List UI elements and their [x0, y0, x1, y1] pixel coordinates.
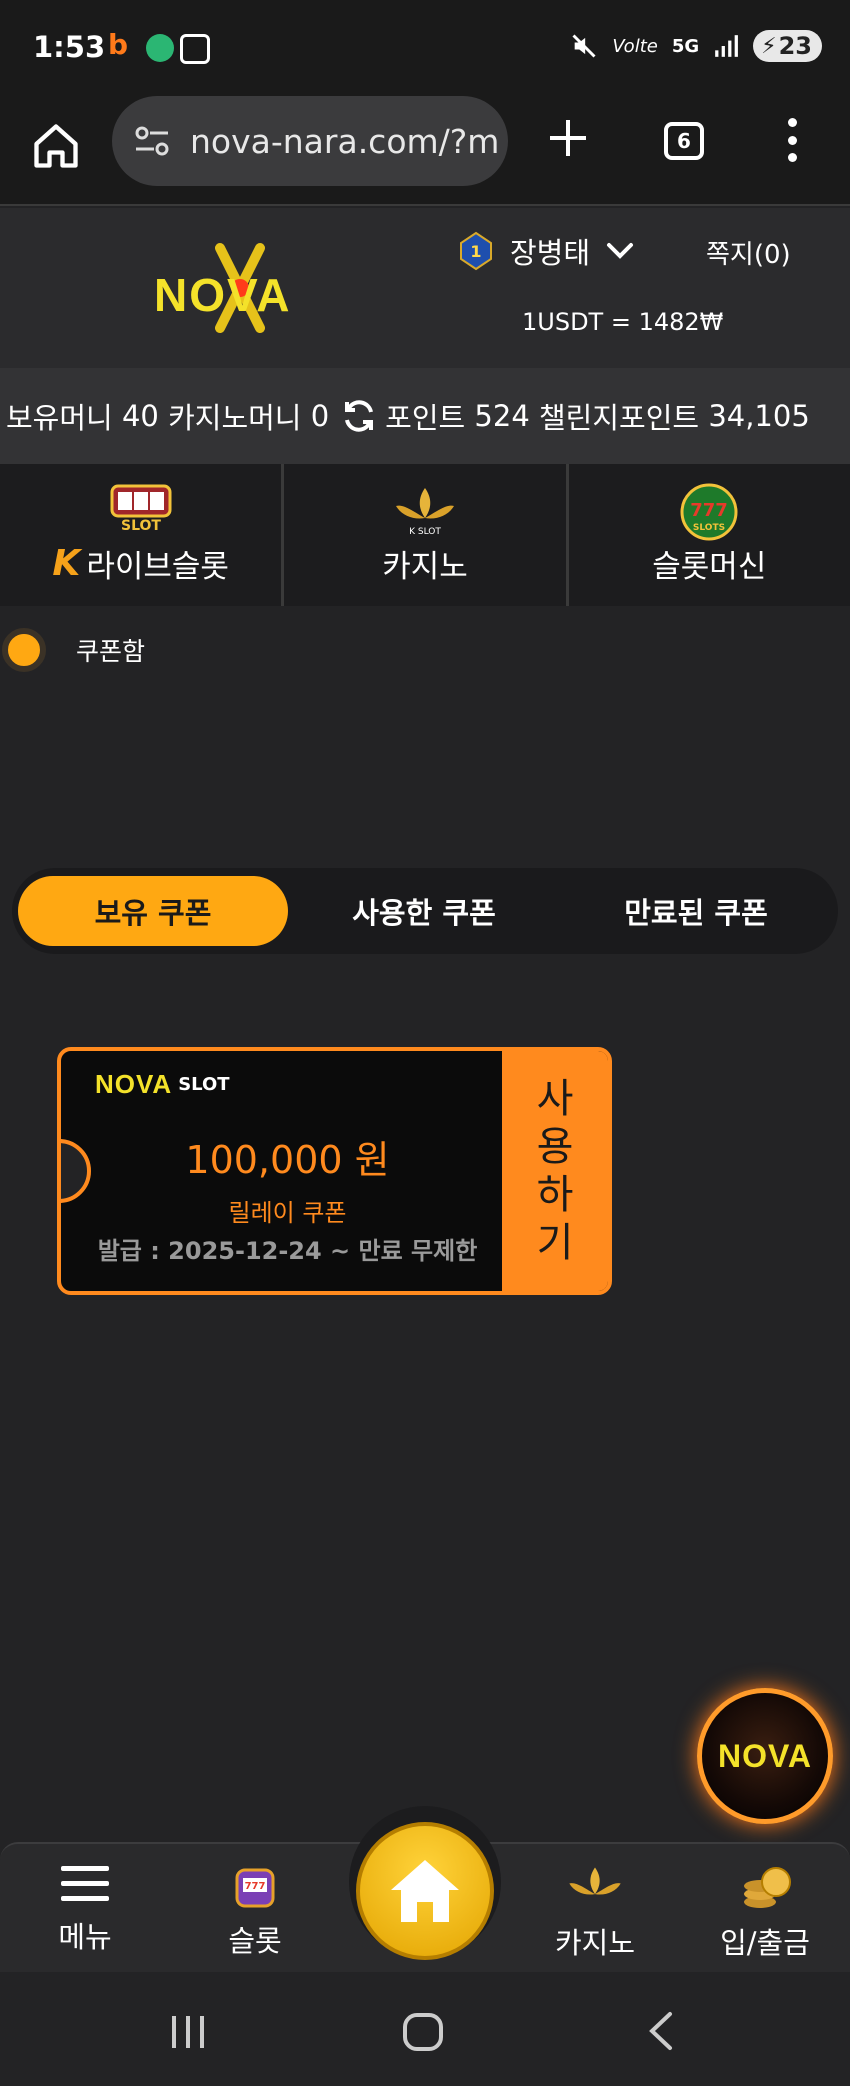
coupon-card: NOVA SLOT 100,000 원 릴레이 쿠폰 발급 : 2025-12-…	[57, 1047, 612, 1295]
exchange-rate: 1USDT = 1482₩	[522, 308, 724, 336]
status-right: Volte 5G ⚡ 23	[570, 30, 822, 62]
k-brand-icon: K	[52, 543, 81, 584]
slot-machine-icon: 777	[235, 1868, 275, 1908]
network-5g-icon: 5G	[671, 35, 700, 57]
k-slot-lotus-icon: K SLOT	[395, 488, 454, 537]
floating-nova-logo: NOVA	[717, 1737, 813, 1774]
level-badge-icon: 1	[460, 231, 492, 271]
home-fab-button[interactable]	[356, 1822, 494, 1960]
k-slot-lotus-icon	[569, 1867, 621, 1895]
777-slots-icon: 777 SLOTS	[680, 483, 738, 541]
android-home-icon[interactable]	[402, 2012, 444, 2052]
holding-money-value: 40	[121, 399, 159, 433]
status-bar: 1:53 b Volte 5G ⚡ 23	[0, 0, 850, 96]
status-time: 1:53	[33, 30, 106, 64]
category-live-slot[interactable]: SLOT K 라이브슬롯	[0, 464, 285, 606]
address-bar[interactable]: nova-nara.com/?m	[112, 96, 508, 186]
use-char: 사	[536, 1076, 574, 1122]
use-char: 하	[536, 1172, 574, 1218]
url-text: nova-nara.com/?m	[190, 121, 500, 161]
site-header: NOVA 1 장병태 쪽지(0) 1USDT = 1482₩	[0, 208, 850, 368]
user-dropdown[interactable]: 1 장병태	[458, 230, 634, 272]
recent-apps-icon[interactable]	[168, 2014, 208, 2050]
coupon-box-header: 쿠폰함	[0, 628, 145, 672]
messages-link[interactable]: 쪽지(0)	[706, 234, 791, 271]
nav-slot[interactable]: 777 슬롯	[190, 1862, 320, 1960]
svg-text:1: 1	[470, 242, 481, 261]
category-casino[interactable]: K SLOT 카지노	[284, 464, 569, 606]
logo-text: NOVA	[154, 269, 292, 321]
points-label: 포인트	[385, 401, 466, 435]
tab-switcher-button[interactable]: 6	[664, 122, 704, 160]
more-options-icon[interactable]	[786, 118, 798, 162]
coupon-issued-date: 발급 : 2025-12-24 ~ 만료 무제한	[97, 1237, 478, 1265]
points-value: 524	[474, 399, 530, 433]
category-label: 카지노	[382, 549, 468, 585]
nova-logo[interactable]: NOVA	[150, 238, 330, 338]
balance-strip: 보유머니 40 카지노머니 0 포인트 524 챌린지포인트 34,105	[0, 368, 850, 464]
browser-home-icon[interactable]	[30, 120, 82, 172]
challenge-points-value: 34,105	[708, 399, 810, 433]
svg-text:K SLOT: K SLOT	[409, 527, 441, 537]
coupon-amount: 100,000 원	[185, 1138, 390, 1182]
use-char: 용	[536, 1124, 574, 1170]
coupon-box-title: 쿠폰함	[76, 637, 146, 666]
coupon-logo-slot: SLOT	[178, 1074, 230, 1095]
mute-icon	[572, 34, 596, 58]
svg-text:SLOT: SLOT	[121, 518, 161, 534]
site-settings-icon[interactable]	[134, 123, 170, 159]
coupon-status-tabs: 보유 쿠폰 사용한 쿠폰 만료된 쿠폰	[12, 868, 838, 954]
category-slot-machine[interactable]: 777 SLOTS 슬롯머신	[569, 464, 850, 606]
battery-indicator: ⚡ 23	[753, 30, 822, 62]
username: 장병태	[510, 236, 591, 270]
browser-toolbar: nova-nara.com/?m 6	[0, 96, 850, 206]
nav-menu[interactable]: 메뉴	[20, 1862, 150, 1956]
casino-money-label: 카지노머니	[168, 401, 302, 435]
nav-menu-label: 메뉴	[58, 1920, 112, 1954]
tab-owned-coupons[interactable]: 보유 쿠폰	[18, 876, 288, 946]
live-slot-icon: SLOT	[110, 484, 172, 534]
nav-deposit-label: 입/출금	[720, 1926, 810, 1960]
nav-casino-label: 카지노	[554, 1926, 636, 1960]
coupon-logo-nova: NOVA	[95, 1069, 173, 1099]
nav-deposit[interactable]: 입/출금	[700, 1862, 830, 1962]
android-back-icon[interactable]	[646, 2010, 676, 2052]
volte-icon: Volte	[612, 35, 658, 57]
battery-level: 23	[778, 32, 812, 60]
coupon-brand-logo: NOVA SLOT	[95, 1069, 230, 1100]
chat-app-icon	[146, 34, 174, 62]
svg-text:777: 777	[245, 1881, 266, 1892]
home-icon	[391, 1860, 459, 1922]
holding-money-label: 보유머니	[6, 401, 113, 435]
svg-text:SLOTS: SLOTS	[693, 523, 725, 533]
nav-casino[interactable]: 카지노	[530, 1862, 660, 1962]
signal-icon	[715, 35, 739, 57]
category-label: 슬롯머신	[652, 549, 767, 585]
floating-nova-button[interactable]: NOVA	[697, 1688, 833, 1824]
coins-icon	[744, 1867, 791, 1908]
category-label: 라이브슬롯	[86, 549, 229, 585]
coupon-type: 릴레이 쿠폰	[228, 1199, 347, 1227]
new-tab-icon[interactable]	[548, 118, 588, 158]
chevron-down-icon	[607, 243, 634, 259]
hamburger-menu-icon	[61, 1866, 109, 1901]
tab-expired-coupons[interactable]: 만료된 쿠폰	[560, 876, 832, 946]
use-char: 기	[536, 1220, 574, 1266]
svg-text:777: 777	[691, 500, 729, 521]
refresh-icon[interactable]	[341, 398, 377, 434]
nav-slot-label: 슬롯	[228, 1924, 282, 1958]
tab-count: 6	[677, 129, 691, 153]
android-nav-bar	[0, 1972, 850, 2086]
charging-bolt-icon: ⚡	[761, 33, 777, 59]
cube-app-icon	[180, 34, 210, 64]
challenge-points-label: 챌린지포인트	[539, 401, 700, 435]
tab-used-coupons[interactable]: 사용한 쿠폰	[288, 876, 560, 946]
casino-money-value: 0	[310, 399, 330, 433]
category-tabs: SLOT K 라이브슬롯 K SLOT 카지노 777 SLOTS 슬롯머신	[0, 464, 850, 606]
coupon-dot-icon	[2, 628, 46, 672]
use-coupon-button[interactable]: 사 용 하 기	[502, 1051, 608, 1291]
b-app-icon: b	[108, 28, 129, 61]
